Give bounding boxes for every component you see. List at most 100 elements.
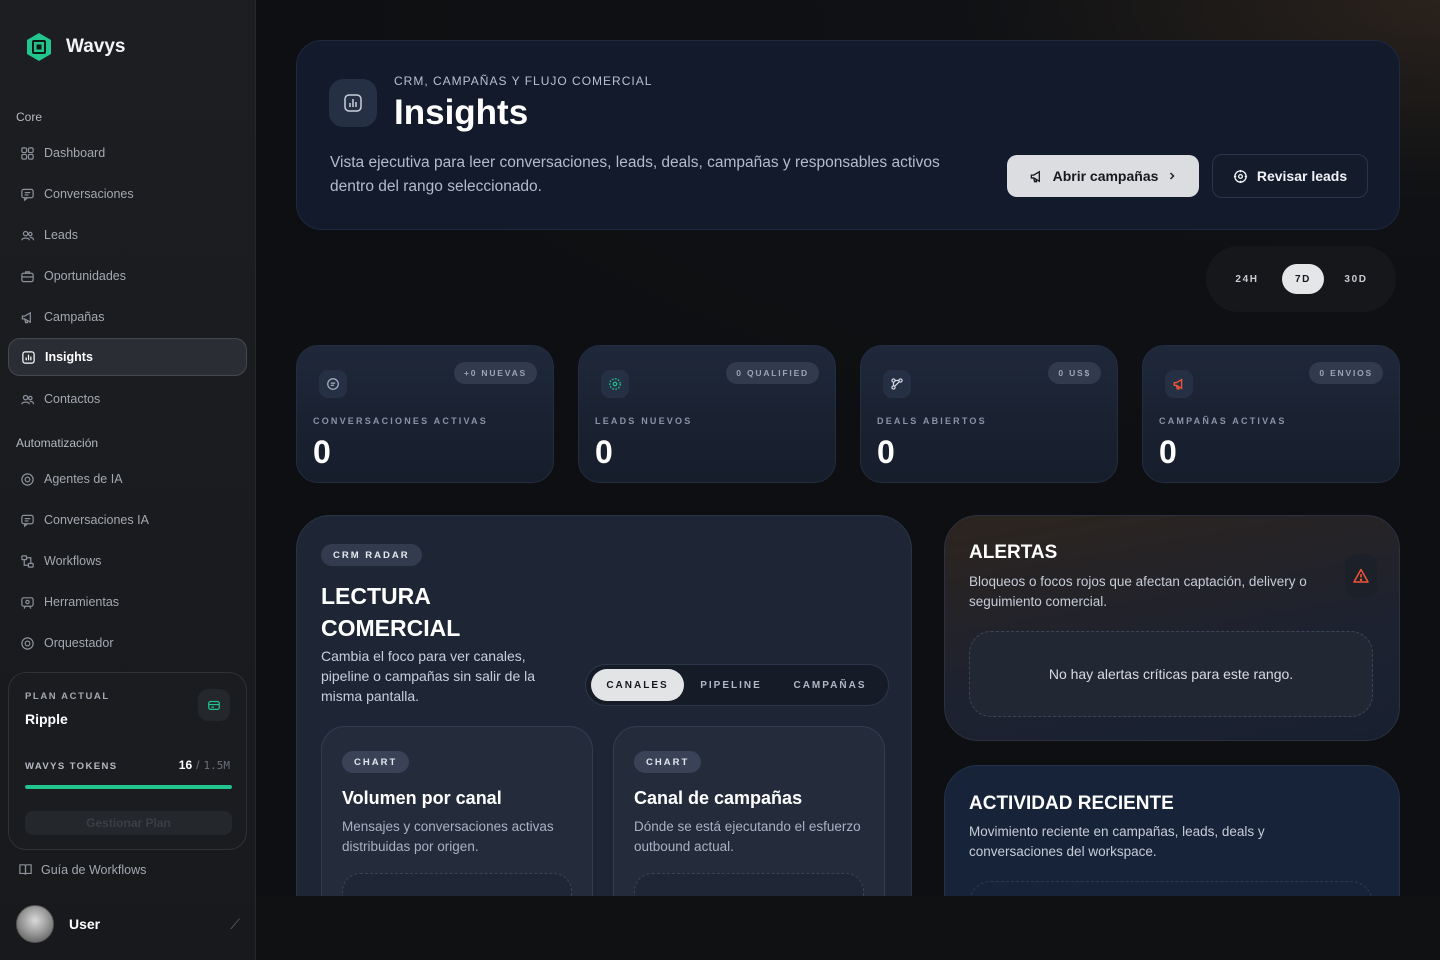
sidebar-item-label: Leads — [44, 228, 79, 242]
brand[interactable]: Wavys — [26, 32, 126, 62]
stat-value: 0 — [1159, 434, 1177, 470]
tab-canales[interactable]: CANALES — [591, 669, 684, 701]
stat-badge: 0 QUALIFIED — [726, 362, 819, 384]
page-title: Insights — [394, 93, 529, 132]
page-kicker: CRM, CAMPAÑAS Y FLUJO COMERCIAL — [394, 74, 653, 88]
insights-chart-icon — [329, 79, 377, 127]
wavys-logo-icon — [27, 33, 51, 61]
chart-placeholder — [634, 873, 864, 896]
open-campaigns-button[interactable]: Abrir campañas — [1007, 155, 1199, 197]
stat-card-leads[interactable]: 0 QUALIFIED LEADS NUEVOS 0 — [578, 345, 836, 483]
sidebar-item-label: Workflows — [44, 554, 102, 568]
chevron-right-icon — [1170, 172, 1175, 180]
sidebar-item-conversaciones[interactable]: Conversaciones — [8, 175, 247, 213]
range-option-7d[interactable]: 7D — [1282, 264, 1324, 294]
avatar — [16, 905, 54, 943]
megaphone-icon — [1030, 170, 1040, 182]
sidebar-item-herramientas[interactable]: Herramientas — [8, 583, 247, 621]
pin-icon[interactable]: ⟋ — [230, 916, 240, 933]
sidebar-item-conversaciones-ia[interactable]: Conversaciones IA — [8, 501, 247, 539]
grid-icon — [21, 146, 34, 160]
stat-badge: 0 ENVIOS — [1309, 362, 1383, 384]
plan-label: PLAN ACTUAL — [25, 691, 110, 702]
page-header: CRM, CAMPAÑAS Y FLUJO COMERCIAL Insights… — [296, 40, 1400, 230]
recent-activity-panel: ACTIVIDAD RECIENTE Movimiento reciente e… — [944, 765, 1400, 896]
stat-card-conversaciones[interactable]: +0 NUEVAS CONVERSACIONES ACTIVAS 0 — [296, 345, 554, 483]
megaphone-icon — [1165, 370, 1193, 398]
sidebar-item-campanas[interactable]: Campañas — [8, 298, 247, 336]
range-option-30d[interactable]: 30D — [1335, 264, 1377, 294]
review-leads-label: Revisar leads — [1256, 168, 1348, 184]
stat-value: 0 — [595, 434, 613, 470]
section-label-automation: Automatización — [16, 436, 99, 450]
activity-title: ACTIVIDAD RECIENTE — [969, 793, 1174, 814]
chat-ai-icon — [21, 514, 34, 527]
sidebar-item-workflows[interactable]: Workflows — [8, 542, 247, 580]
stat-label: CAMPAÑAS ACTIVAS — [1159, 416, 1287, 426]
sidebar-item-insights[interactable]: Insights — [8, 338, 247, 376]
sidebar-item-label: Oportunidades — [44, 269, 127, 283]
target-icon — [601, 370, 629, 398]
plan-card-icon[interactable] — [198, 689, 230, 721]
chat-icon — [21, 188, 34, 201]
user-menu[interactable]: User ⟋ — [16, 904, 240, 944]
plan-card: PLAN ACTUAL Ripple WAVYS TOKENS 16/1.5M … — [8, 672, 247, 850]
sidebar-item-label: Campañas — [44, 310, 105, 324]
sidebar-item-dashboard[interactable]: Dashboard — [8, 134, 247, 172]
chart-chip: CHART — [634, 751, 702, 773]
user-name: User — [69, 916, 101, 932]
stat-card-deals[interactable]: 0 US$ DEALS ABIERTOS 0 — [860, 345, 1118, 483]
alerts-panel: ALERTAS Bloqueos o focos rojos que afect… — [944, 515, 1400, 741]
activity-description: Movimiento reciente en campañas, leads, … — [969, 824, 1265, 859]
date-range-selector: 24H 7D 30D — [1206, 246, 1396, 312]
sidebar-item-oportunidades[interactable]: Oportunidades — [8, 257, 247, 295]
stat-label: CONVERSACIONES ACTIVAS — [313, 416, 488, 426]
chat-icon — [319, 370, 347, 398]
sidebar-item-contactos[interactable]: Contactos — [8, 380, 247, 418]
radar-chip: CRM RADAR — [321, 544, 422, 566]
stat-label: DEALS ABIERTOS — [877, 416, 987, 426]
sidebar-item-label: Conversaciones IA — [44, 513, 149, 527]
alerts-title: ALERTAS — [969, 542, 1058, 563]
agent-icon — [21, 472, 34, 486]
workflow-guide-link[interactable]: Guía de Workflows — [18, 862, 146, 877]
radar-title: LECTURA COMERCIAL — [321, 583, 461, 641]
alerts-description: Bloqueos o focos rojos que afectan capta… — [969, 574, 1307, 609]
chart-title: Volumen por canal — [342, 788, 502, 808]
tokens-progress-fill — [25, 785, 232, 789]
tools-icon — [21, 596, 34, 609]
tab-campanas[interactable]: CAMPAÑAS — [778, 669, 882, 701]
sidebar-item-label: Insights — [45, 350, 93, 364]
chart-card-volumen: CHART Volumen por canal Mensajes y conve… — [321, 726, 593, 896]
tokens-value: 16/1.5M — [179, 758, 230, 772]
tokens-used: 16 — [178, 758, 193, 772]
sidebar-item-agentes[interactable]: Agentes de IA — [8, 460, 247, 498]
manage-plan-button[interactable]: Gestionar Plan — [25, 811, 232, 835]
sidebar-item-label: Orquestador — [44, 636, 114, 650]
open-campaigns-label: Abrir campañas — [1052, 168, 1159, 184]
briefcase-icon — [21, 270, 34, 282]
tokens-max: 1.5M — [203, 759, 231, 772]
sidebar-item-label: Conversaciones — [44, 187, 134, 201]
plan-name: Ripple — [25, 711, 68, 727]
target-icon — [1233, 169, 1247, 183]
chart-chip: CHART — [342, 751, 410, 773]
section-label-core: Core — [16, 110, 43, 124]
review-leads-button[interactable]: Revisar leads — [1212, 154, 1368, 198]
range-option-24h[interactable]: 24H — [1226, 264, 1268, 294]
tokens-label: WAVYS TOKENS — [25, 761, 118, 772]
book-icon — [19, 864, 32, 875]
bottom-fade — [256, 896, 1440, 960]
stat-label: LEADS NUEVOS — [595, 416, 693, 426]
sidebar-item-label: Agentes de IA — [44, 472, 123, 486]
activity-list-placeholder — [969, 881, 1373, 896]
warning-icon — [1345, 554, 1377, 598]
workflow-guide-label: Guía de Workflows — [41, 862, 147, 877]
stat-card-campanas[interactable]: 0 ENVIOS CAMPAÑAS ACTIVAS 0 — [1142, 345, 1400, 483]
stat-value: 0 — [877, 434, 895, 470]
sidebar: Wavys Core Dashboard Conversaciones Lead… — [0, 0, 256, 960]
sidebar-item-leads[interactable]: Leads — [8, 216, 247, 254]
sidebar-item-orquestador[interactable]: Orquestador — [8, 624, 247, 662]
tab-pipeline[interactable]: PIPELINE — [688, 669, 774, 701]
chart-placeholder — [342, 873, 572, 896]
